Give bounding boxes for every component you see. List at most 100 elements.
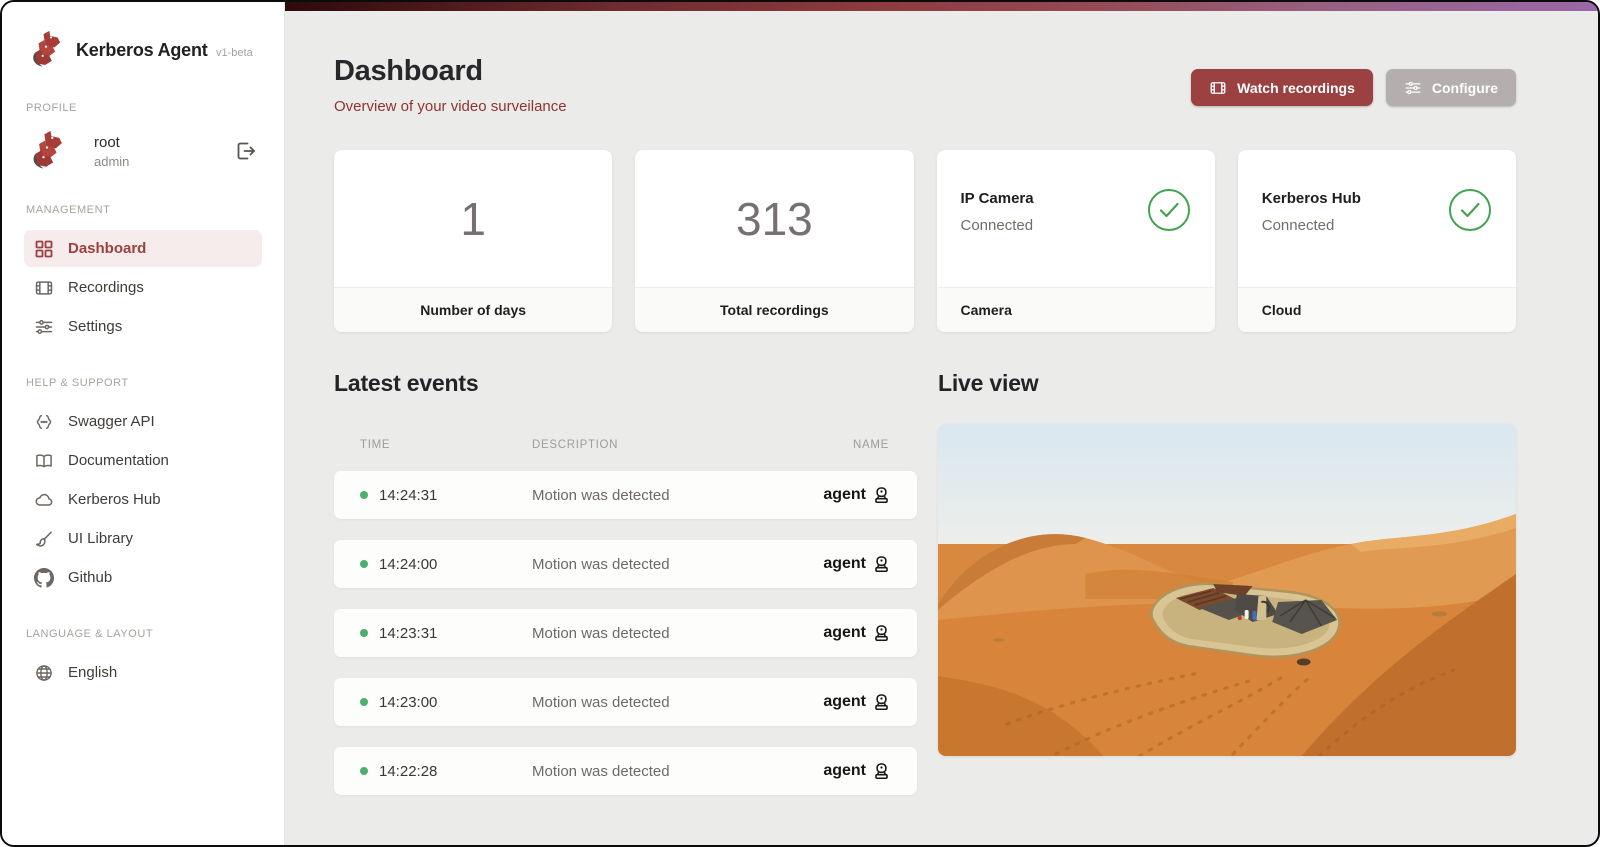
film-icon: [1209, 79, 1227, 97]
sliders-icon: [34, 317, 54, 337]
sidebar-item-label: UI Library: [68, 530, 133, 547]
sidebar-item-github[interactable]: Github: [24, 559, 262, 596]
cloud-status: Connected: [1262, 217, 1361, 234]
management-nav: Dashboard Recordings: [24, 230, 262, 345]
sidebar-item-label: Dashboard: [68, 240, 146, 257]
topbar-gradient: [285, 2, 1598, 11]
sidebar-item-recordings[interactable]: Recordings: [24, 269, 262, 306]
page-title: Dashboard: [334, 55, 567, 88]
cloud-title: Kerberos Hub: [1262, 190, 1361, 207]
event-row[interactable]: 14:23:31 Motion was detected agent: [334, 609, 917, 657]
sidebar-item-documentation[interactable]: Documentation: [24, 442, 262, 479]
event-name: agent: [823, 762, 866, 780]
event-description: Motion was detected: [532, 556, 670, 573]
event-name: agent: [823, 555, 866, 573]
event-status-dot: [360, 698, 368, 706]
column-name: NAME: [853, 439, 889, 451]
profile-section-label: PROFILE: [26, 102, 262, 114]
event-row[interactable]: 14:23:00 Motion was detected agent: [334, 678, 917, 726]
page-header: Dashboard Overview of your video surveil…: [334, 55, 1516, 115]
live-view-heading: Live view: [938, 370, 1516, 397]
event-name: agent: [823, 624, 866, 642]
book-icon: [34, 451, 54, 471]
camera-footer-label: Camera: [937, 287, 1215, 332]
column-time: TIME: [360, 439, 390, 451]
event-description: Motion was detected: [532, 625, 670, 642]
column-description: DESCRIPTION: [532, 439, 618, 451]
camera-title: IP Camera: [961, 190, 1034, 207]
sidebar-item-label: Github: [68, 569, 112, 586]
event-time: 14:24:31: [379, 487, 437, 504]
days-value: 1: [460, 192, 486, 246]
configure-button[interactable]: Configure: [1386, 69, 1516, 106]
event-row[interactable]: 14:24:00 Motion was detected agent: [334, 540, 917, 588]
management-section-label: MANAGEMENT: [26, 204, 262, 216]
avatar: [26, 130, 68, 172]
dashboard-grid-icon: [34, 239, 54, 259]
sidebar-item-label: Settings: [68, 318, 122, 335]
language-nav: English: [24, 654, 262, 691]
sidebar-item-ui-library[interactable]: UI Library: [24, 520, 262, 557]
latest-events-section: Latest events TIME DESCRIPTION NAME 14:2…: [334, 370, 917, 816]
main-area: Dashboard Overview of your video surveil…: [285, 2, 1598, 845]
event-status-dot: [360, 491, 368, 499]
logout-icon[interactable]: [234, 139, 258, 163]
event-time: 14:24:00: [379, 556, 437, 573]
stat-card-recordings: 313 Total recordings: [635, 150, 913, 332]
app-title: Kerberos Agent: [76, 40, 208, 60]
github-icon: [34, 568, 54, 588]
sidebar-item-kerberos-hub[interactable]: Kerberos Hub: [24, 481, 262, 518]
webcam-icon: [872, 624, 891, 643]
event-description: Motion was detected: [532, 763, 670, 780]
sidebar-item-label: Documentation: [68, 452, 169, 469]
globe-icon: [34, 663, 54, 683]
cloud-footer-label: Cloud: [1238, 287, 1516, 332]
event-name: agent: [823, 693, 866, 711]
event-row[interactable]: 14:24:31 Motion was detected agent: [334, 471, 917, 519]
event-status-dot: [360, 629, 368, 637]
profile-username: root: [94, 134, 234, 151]
sidebar-item-swagger-api[interactable]: Swagger API: [24, 403, 262, 440]
brush-icon: [34, 529, 54, 549]
language-section-label: LANGUAGE & LAYOUT: [26, 628, 262, 640]
sidebar-item-language-english[interactable]: English: [24, 654, 262, 691]
help-section-label: HELP & SUPPORT: [26, 377, 262, 389]
sidebar-item-label: Kerberos Hub: [68, 491, 161, 508]
stat-card-days: 1 Number of days: [334, 150, 612, 332]
sidebar-item-label: Recordings: [68, 279, 144, 296]
cloud-icon: [34, 490, 54, 510]
recordings-value: 313: [736, 192, 813, 246]
days-label: Number of days: [334, 287, 612, 332]
recordings-label: Total recordings: [635, 287, 913, 332]
live-view-image: [938, 424, 1516, 756]
webcam-icon: [872, 762, 891, 781]
app-window: Kerberos Agent v1-beta PROFILE root admi…: [0, 0, 1600, 847]
event-name: agent: [823, 486, 866, 504]
event-description: Motion was detected: [532, 487, 670, 504]
event-time: 14:23:00: [379, 694, 437, 711]
event-row[interactable]: 14:22:28 Motion was detected agent: [334, 747, 917, 795]
event-time: 14:22:28: [379, 763, 437, 780]
help-nav: Swagger API Documentation Kerberos Hu: [24, 403, 262, 596]
sidebar-item-settings[interactable]: Settings: [24, 308, 262, 345]
event-description: Motion was detected: [532, 694, 670, 711]
profile-row: root admin: [24, 128, 262, 172]
page-subtitle: Overview of your video surveilance: [334, 98, 567, 115]
profile-role: admin: [94, 154, 234, 169]
live-view-section: Live view: [938, 370, 1516, 816]
camera-status: Connected: [961, 217, 1034, 234]
app-logo-row: Kerberos Agent v1-beta: [24, 30, 262, 70]
check-circle-icon: [1147, 188, 1191, 232]
stat-card-camera: IP Camera Connected Camera: [937, 150, 1215, 332]
events-table-header: TIME DESCRIPTION NAME: [334, 439, 917, 453]
check-circle-icon: [1448, 188, 1492, 232]
sidebar-item-label: Swagger API: [68, 413, 155, 430]
event-status-dot: [360, 560, 368, 568]
stats-row: 1 Number of days 313 Total recordings IP…: [334, 150, 1516, 332]
sidebar-item-dashboard[interactable]: Dashboard: [24, 230, 262, 267]
sidebar: Kerberos Agent v1-beta PROFILE root admi…: [2, 2, 285, 845]
braces-icon: [34, 412, 54, 432]
sidebar-item-label: English: [68, 664, 117, 681]
event-time: 14:23:31: [379, 625, 437, 642]
watch-recordings-button[interactable]: Watch recordings: [1191, 69, 1373, 106]
